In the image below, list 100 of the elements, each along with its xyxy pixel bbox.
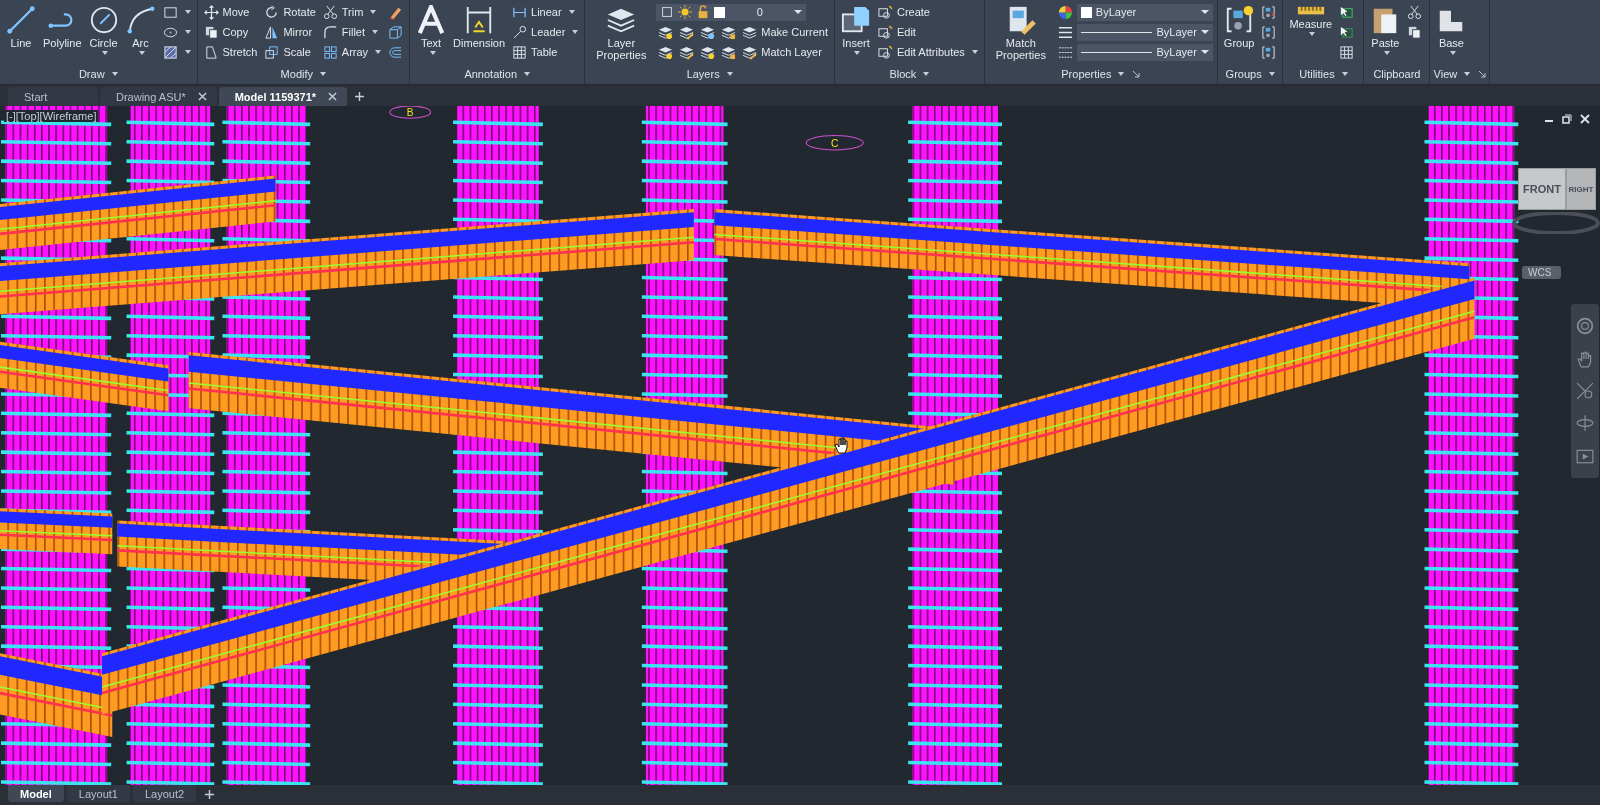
ribbon-tool-button[interactable]: Stretch [201, 42, 260, 62]
ribbon-tool-button[interactable]: Linear [510, 2, 577, 22]
ribbon-tool-button[interactable]: Arc [123, 2, 158, 64]
viewcube-face[interactable]: RIGHT [1566, 168, 1596, 210]
viewport-controls-label[interactable]: [-][Top][Wireframe] [4, 110, 99, 122]
rotate-icon [264, 4, 280, 20]
lineweight-icon [1057, 44, 1073, 60]
plus-icon [204, 790, 214, 799]
ribbon-tool-button[interactable]: Scale [262, 42, 313, 62]
grid-bubble [389, 106, 432, 119]
move-icon [203, 4, 219, 20]
ribbon-tool-button[interactable]: Leader [510, 22, 581, 42]
group-select-icon [1261, 44, 1277, 60]
close-icon[interactable] [1580, 114, 1590, 124]
viewcube-face[interactable]: FRONT [1518, 168, 1566, 210]
copy-icon [203, 24, 219, 40]
edit-attributes-icon [877, 44, 893, 60]
fillet-icon [322, 24, 338, 40]
plus-icon [354, 92, 364, 101]
dropdown-arrow-icon [1200, 30, 1209, 34]
ribbon-tool-button[interactable]: Trim [320, 2, 379, 22]
ribbon-tool-button[interactable]: Move [201, 2, 252, 22]
match-layer-icon [742, 44, 758, 60]
ribbon-tool-button[interactable]: Make Current [740, 22, 830, 42]
hand-cursor-icon [834, 436, 850, 454]
steering-wheel-icon[interactable] [1576, 317, 1594, 336]
circle-icon [88, 5, 119, 35]
ucs-menu-button[interactable]: WCS [1522, 266, 1562, 279]
layout-tab[interactable]: Layout2 [132, 785, 197, 802]
stretch-icon [203, 44, 219, 60]
ribbon-tool-button[interactable]: Table [510, 42, 560, 62]
line-dropdown[interactable]: ByLayer [1076, 23, 1213, 41]
zoom-icon[interactable] [1576, 381, 1594, 400]
rectangle-icon [162, 4, 178, 20]
layer-dropdown[interactable]: 0 [656, 3, 807, 21]
quick-select-icon [1339, 4, 1355, 20]
ribbon-tool-button[interactable]: Array [320, 42, 384, 62]
create-icon [877, 4, 893, 20]
cut-icon [1407, 4, 1423, 20]
color-swatch [714, 6, 726, 18]
ribbon-tool-button[interactable]: Polyline [41, 2, 84, 64]
ribbon-tool-button[interactable]: Match Properties [988, 2, 1053, 64]
document-tab[interactable]: Start [8, 87, 98, 106]
layer-snowflake-icon [700, 24, 716, 40]
ribbon-tool-button[interactable]: Measure [1287, 2, 1335, 64]
layout-tab[interactable]: Layout1 [66, 785, 130, 802]
ribbon-tool-button[interactable]: Base [1434, 2, 1469, 64]
group-edit-icon [1261, 24, 1277, 40]
layer-lock-icon [721, 44, 737, 60]
close-icon[interactable] [328, 92, 338, 101]
hatch-icon [162, 44, 178, 60]
document-tab[interactable]: Drawing ASU* [100, 87, 217, 106]
panel-title-button[interactable]: Annotation [464, 68, 530, 80]
ribbon-tool-button[interactable]: Layer Properties [589, 2, 654, 64]
dialog-launcher-icon[interactable] [1132, 70, 1141, 78]
sun-icon [678, 5, 693, 19]
document-tab[interactable]: Model 1159371* [218, 87, 348, 106]
ribbon-tool-button[interactable]: Fillet [320, 22, 381, 42]
linetype-icon [1057, 24, 1073, 40]
layer-lock-icon [721, 24, 737, 40]
trim-icon [322, 4, 338, 20]
pan-hand-icon[interactable] [1576, 349, 1594, 368]
line-dropdown[interactable]: ByLayer [1076, 43, 1213, 61]
ribbon-tool-button[interactable]: Circle [86, 2, 121, 64]
cube-icon [388, 24, 404, 40]
ribbon-tool-button[interactable]: Match Layer [740, 42, 824, 62]
edit-icon [877, 24, 893, 40]
ribbon-tool-button[interactable]: Rotate [262, 2, 318, 22]
mirror-icon [264, 24, 280, 40]
ribbon-tool-button[interactable]: Paste [1368, 2, 1403, 64]
ribbon-tool-button[interactable]: Copy [201, 22, 251, 42]
ribbon-tool-button[interactable]: Create [875, 2, 932, 22]
close-icon[interactable] [197, 92, 207, 101]
text-icon [416, 5, 447, 35]
panel-title-button[interactable]: Block [889, 68, 930, 80]
ribbon-tool-button[interactable]: Line [4, 2, 38, 64]
panel-title-button[interactable]: Modify [280, 68, 326, 80]
panel-title-button[interactable]: Groups [1225, 68, 1275, 80]
color-wheel-icon [1057, 4, 1073, 20]
ribbon-tool-button[interactable]: Text [414, 2, 449, 64]
restore-icon[interactable] [1562, 114, 1572, 124]
ribbon-tool-button[interactable]: Edit [875, 22, 918, 42]
grid-label: B [406, 107, 414, 119]
select-all-icon [1339, 24, 1355, 40]
panel-title-button[interactable]: Utilities [1299, 68, 1348, 80]
panel-title-button[interactable]: Clipboard [1373, 68, 1421, 80]
panel-title-button[interactable]: View [1433, 68, 1471, 80]
ribbon-tool-button[interactable]: Group [1221, 2, 1257, 64]
dialog-launcher-icon[interactable] [1478, 70, 1487, 78]
ribbon-tool-button[interactable]: Mirror [262, 22, 315, 42]
ribbon-tool-button[interactable]: Edit Attributes [875, 42, 980, 62]
ribbon-tool-button[interactable]: Insert [838, 2, 873, 64]
orbit-icon[interactable] [1576, 414, 1594, 433]
panel-title-button[interactable]: Layers [686, 68, 733, 80]
layout-tab[interactable]: Model [8, 785, 64, 802]
panel-title-button[interactable]: Properties [1061, 68, 1125, 80]
color-swatch [1080, 6, 1092, 18]
ribbon-tool-button[interactable]: Dimension [451, 2, 508, 64]
panel-title-button[interactable]: Draw [78, 68, 118, 80]
color-dropdown[interactable]: ByLayer [1076, 3, 1213, 21]
